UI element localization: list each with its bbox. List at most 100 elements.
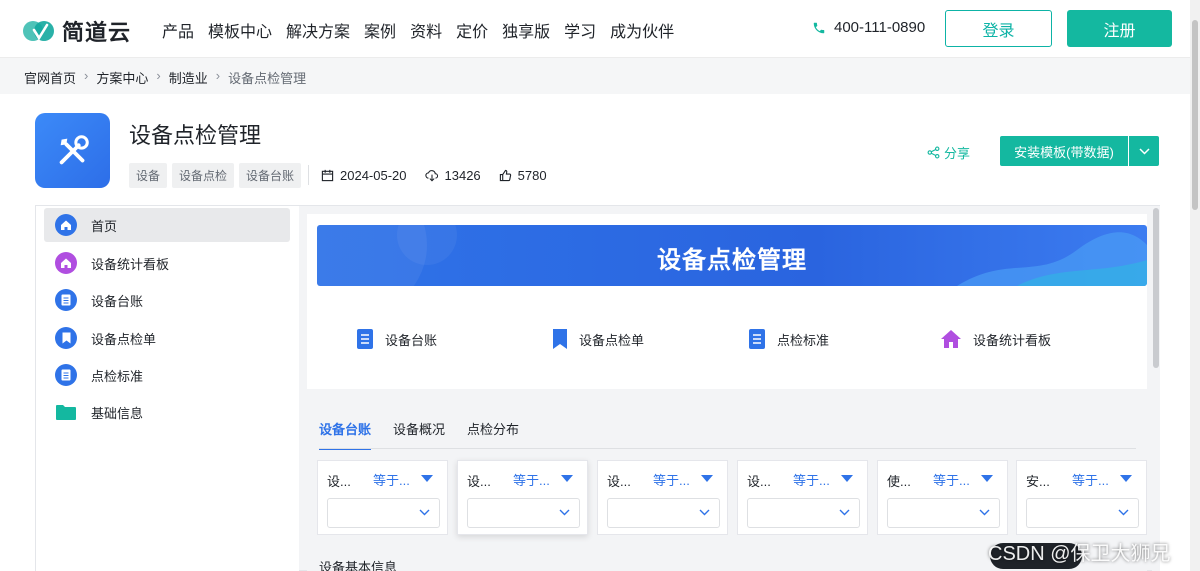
breadcrumb: 官网首页 › 方案中心 › 制造业 › 设备点检管理 [24, 68, 306, 87]
nav-item-cases[interactable]: 案例 [364, 18, 396, 42]
nav-item-learn[interactable]: 学习 [564, 18, 596, 42]
filter-value-select[interactable] [467, 498, 580, 528]
phone-icon [813, 22, 825, 33]
brand-logo[interactable]: 简道云 [22, 15, 131, 47]
chevron-right-icon: › [156, 68, 161, 83]
section-title: 设备基本信息 [319, 560, 398, 571]
preview-content: 设备点检管理 设备台账 设备点检单 点检标准 设备统计看板 设备台账 设备概况 … [307, 214, 1148, 571]
document-icon [357, 329, 373, 349]
install-template-button[interactable]: 安装模板(带数据) [1000, 136, 1128, 166]
filter-card: 安... 等于... [1016, 460, 1147, 535]
document-icon [55, 289, 77, 311]
sidebar-item-standard[interactable]: 点检标准 [44, 358, 290, 392]
preview-scrollbar-thumb[interactable] [1153, 208, 1159, 368]
sidebar-item-basic-info[interactable]: 基础信息 [44, 395, 290, 429]
nav-item-pricing[interactable]: 定价 [456, 18, 488, 42]
quick-link-dashboard[interactable]: 设备统计看板 [941, 329, 1051, 349]
sidebar-item-label: 设备台账 [91, 293, 144, 309]
sidebar-item-dashboard[interactable]: 设备统计看板 [44, 246, 290, 280]
filter-field-label: 设... [327, 474, 351, 489]
nav-item-product[interactable]: 产品 [162, 18, 194, 42]
calendar-icon [321, 169, 334, 181]
filter-value-select[interactable] [327, 498, 440, 528]
chevron-down-icon [1138, 147, 1150, 155]
tag[interactable]: 设备台账 [239, 163, 302, 188]
home-icon [941, 330, 961, 348]
chevron-down-icon [419, 509, 430, 516]
preview-sidebar: 首页 设备统计看板 设备台账 设备点检单 点检标准 基础信息 [36, 206, 299, 571]
caret-down-icon[interactable] [1120, 475, 1132, 482]
banner: 设备点检管理 [317, 225, 1147, 286]
sidebar-item-label: 设备统计看板 [91, 256, 170, 272]
bookmark-icon [553, 329, 567, 349]
meta-date-value: 2024-05-20 [340, 167, 407, 183]
nav-item-dedicated[interactable]: 独享版 [502, 18, 550, 42]
filter-operator[interactable]: 等于... [513, 470, 550, 489]
quick-link-ledger[interactable]: 设备台账 [357, 329, 437, 349]
quick-link-label: 设备统计看板 [973, 332, 1052, 348]
sidebar-item-label: 首页 [91, 218, 118, 234]
breadcrumb-home[interactable]: 官网首页 [24, 68, 76, 87]
page-scrollbar-thumb[interactable] [1192, 20, 1198, 210]
filter-operator[interactable]: 等于... [1072, 470, 1109, 489]
filter-operator[interactable]: 等于... [933, 470, 970, 489]
tag-list: 设备 设备点检 设备台账 [129, 163, 306, 188]
share-label: 分享 [944, 146, 971, 161]
document-icon [55, 364, 77, 386]
cloud-download-icon [424, 169, 438, 181]
caret-down-icon[interactable] [981, 475, 993, 482]
filter-operator[interactable]: 等于... [793, 470, 830, 489]
tag[interactable]: 设备点检 [172, 163, 235, 188]
filter-operator[interactable]: 等于... [653, 470, 690, 489]
breadcrumb-manufacturing[interactable]: 制造业 [169, 68, 208, 87]
page-scrollbar[interactable] [1190, 0, 1200, 571]
filter-card: 设... 等于... [317, 460, 448, 535]
filter-value-select[interactable] [607, 498, 720, 528]
filter-value-select[interactable] [887, 498, 1000, 528]
tag[interactable]: 设备 [129, 163, 168, 188]
quick-link-standard[interactable]: 点检标准 [749, 329, 829, 349]
chevron-down-icon [839, 509, 850, 516]
dashboard-card: 设备点检管理 设备台账 设备点检单 点检标准 设备统计看板 [307, 214, 1147, 389]
nav-item-solutions[interactable]: 解决方案 [286, 18, 350, 42]
caret-down-icon[interactable] [561, 475, 573, 482]
caret-down-icon[interactable] [701, 475, 713, 482]
chevron-right-icon: › [84, 68, 89, 83]
tab-ledger[interactable]: 设备台账 [319, 419, 372, 450]
filter-field-label: 使... [887, 474, 911, 489]
caret-down-icon[interactable] [421, 475, 433, 482]
share-button[interactable]: 分享 [927, 143, 970, 162]
thumbs-up-icon [499, 169, 511, 181]
filter-field-label: 设... [607, 474, 631, 489]
filter-card: 设... 等于... [737, 460, 868, 535]
bookmark-icon [55, 327, 77, 349]
filter-value-select[interactable] [747, 498, 860, 528]
meta-likes-value: 5780 [517, 167, 547, 183]
breadcrumb-current: 设备点检管理 [228, 71, 307, 86]
register-button[interactable]: 注册 [1067, 10, 1172, 47]
install-dropdown-button[interactable] [1129, 136, 1159, 166]
login-button[interactable]: 登录 [945, 10, 1052, 47]
caret-down-icon[interactable] [841, 475, 853, 482]
nav-item-resources[interactable]: 资料 [410, 18, 442, 42]
page-title: 设备点检管理 [129, 123, 262, 148]
quick-link-label: 设备点检单 [579, 332, 645, 348]
tab-overview[interactable]: 设备概况 [393, 419, 445, 450]
quick-link-label: 点检标准 [777, 332, 830, 348]
template-meta: 2024-05-20 13426 5780 [308, 165, 565, 185]
breadcrumb-solutions[interactable]: 方案中心 [96, 68, 148, 87]
meta-likes: 5780 [499, 168, 547, 183]
sidebar-item-inspection[interactable]: 设备点检单 [44, 321, 290, 355]
nav-item-partner[interactable]: 成为伙伴 [610, 18, 674, 42]
quick-link-inspection[interactable]: 设备点检单 [553, 329, 644, 349]
sidebar-item-label: 点检标准 [91, 368, 144, 384]
sidebar-item-ledger[interactable]: 设备台账 [44, 283, 290, 317]
meta-divider [308, 165, 309, 185]
nav-item-templates[interactable]: 模板中心 [208, 18, 272, 42]
filter-value-select[interactable] [1026, 498, 1139, 528]
tab-distribution[interactable]: 点检分布 [467, 419, 519, 450]
sidebar-item-home[interactable]: 首页 [44, 208, 290, 242]
preview-scrollbar[interactable] [1152, 206, 1160, 571]
phone-contact[interactable]: 400-111-0890 [812, 19, 925, 36]
filter-operator[interactable]: 等于... [373, 470, 410, 489]
